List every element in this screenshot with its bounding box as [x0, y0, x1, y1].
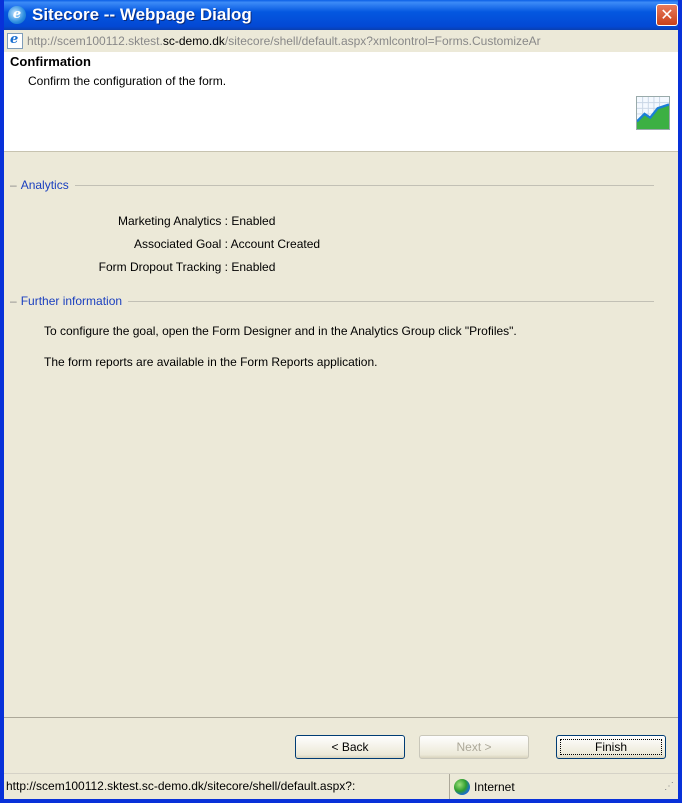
finish-button[interactable]: Finish: [556, 735, 666, 759]
kv-form-dropout-tracking: Form Dropout Tracking : Enabled: [98, 260, 276, 274]
info-line: To configure the goal, open the Form Des…: [44, 324, 517, 338]
status-url: http://scem100112.sktest.sc-demo.dk/site…: [4, 774, 450, 799]
status-zone: Internet: [474, 779, 515, 794]
dialog-header: Confirmation Confirm the configuration o…: [4, 52, 678, 152]
back-button[interactable]: < Back: [295, 735, 405, 759]
dialog-window: e Sitecore -- Webpage Dialog ✕ http://sc…: [0, 0, 682, 803]
title-bar[interactable]: e Sitecore -- Webpage Dialog ✕: [4, 0, 678, 30]
page-icon: [7, 32, 23, 49]
button-bar: < Back Next > Finish: [4, 717, 678, 773]
status-bar: http://scem100112.sktest.sc-demo.dk/site…: [4, 773, 678, 799]
chart-icon: [636, 96, 670, 130]
resize-grip-icon[interactable]: ⋰: [664, 781, 676, 793]
section-title: Further information: [20, 294, 123, 308]
kv-marketing-analytics: Marketing Analytics : Enabled: [117, 214, 276, 228]
page-title: Confirmation: [10, 54, 91, 69]
close-button[interactable]: ✕: [656, 4, 678, 26]
address-url: http://scem100112.sktest.sc-demo.dk/site…: [27, 34, 541, 48]
kv-associated-goal: Associated Goal : Account Created: [133, 237, 321, 251]
section-title: Analytics: [20, 178, 69, 192]
close-icon: ✕: [660, 5, 674, 24]
window-title: Sitecore -- Webpage Dialog: [32, 5, 252, 24]
globe-icon: [454, 778, 470, 795]
info-line: The form reports are available in the Fo…: [44, 355, 378, 369]
page-subtitle: Confirm the configuration of the form.: [28, 74, 227, 88]
ie-icon: e: [8, 6, 26, 24]
next-button[interactable]: Next >: [419, 735, 529, 759]
further-info-section-header: – Further information: [10, 294, 654, 308]
dialog-content: – Analytics Marketing Analytics : Enable…: [4, 152, 678, 717]
analytics-section-header: – Analytics: [10, 178, 654, 192]
address-bar: http://scem100112.sktest.sc-demo.dk/site…: [4, 30, 678, 52]
